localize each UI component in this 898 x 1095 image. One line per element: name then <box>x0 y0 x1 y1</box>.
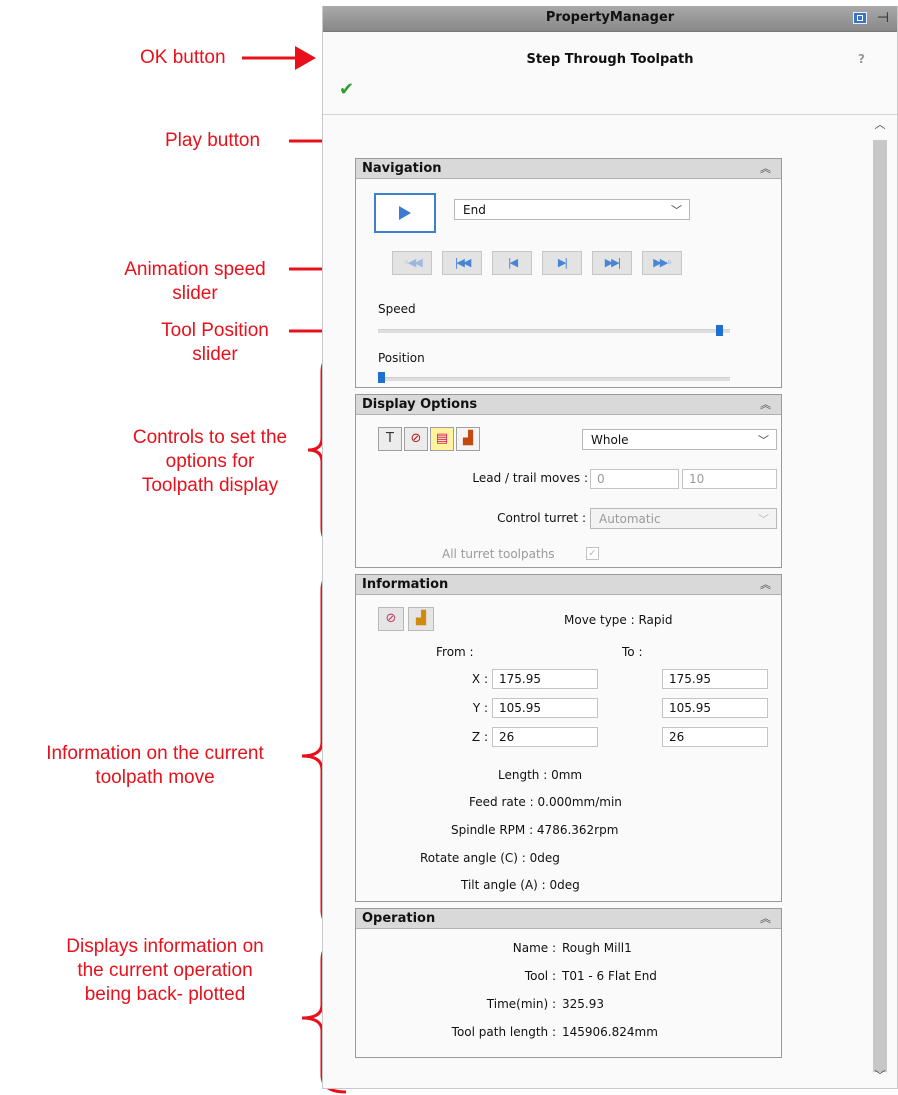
restore-icon[interactable] <box>853 12 867 24</box>
step-forward-fast-button[interactable]: ▶▶| <box>592 251 632 275</box>
navigation-title: Navigation <box>362 161 442 176</box>
chevron-down-icon: ﹀ <box>671 204 682 217</box>
lead-moves-field[interactable]: 0 <box>590 469 679 489</box>
navigation-group: Navigation ︽ End ﹀ ◦◀◀ |◀◀ |◀ ▶| ▶▶| ▶▶◦ … <box>355 158 782 388</box>
to-label: To : <box>622 645 643 659</box>
control-turret-select[interactable]: Automatic ﹀ <box>590 508 777 529</box>
chart-display-icon[interactable]: ▟ <box>456 427 480 451</box>
scroll-down-icon[interactable]: ﹀ <box>874 1070 886 1082</box>
feature-title: Step Through Toolpath <box>526 52 694 67</box>
step-back-fast-button[interactable]: |◀◀ <box>442 251 482 275</box>
chevron-down-icon: ﹀ <box>758 434 769 447</box>
length-value: Length : 0mm <box>498 768 583 782</box>
hide-toolpath-icon[interactable]: ⊘ <box>404 427 428 451</box>
to-y-field: 105.95 <box>662 698 768 718</box>
play-button[interactable] <box>374 193 436 233</box>
all-turret-checkbox[interactable]: ✓ <box>586 547 599 560</box>
feed-rate-value: Feed rate : 0.000mm/min <box>469 795 622 809</box>
op-tool-label: Tool : <box>524 969 556 983</box>
display-options-header[interactable]: Display Options ︽ <box>356 395 781 415</box>
op-name-value: Rough Mill1 <box>562 941 632 955</box>
tool-display-icon[interactable]: T <box>378 427 402 451</box>
from-label: From : <box>436 645 474 659</box>
move-info-icon[interactable]: ⊘ <box>378 607 404 631</box>
information-header[interactable]: Information ︽ <box>356 575 781 595</box>
display-options-group: Display Options ︽ T ⊘ ▤ ▟ Whole ﹀ Lead / … <box>355 394 782 568</box>
op-length-value: 145906.824mm <box>562 1025 658 1039</box>
help-icon[interactable]: ? <box>858 52 865 66</box>
op-time-label: Time(min) : <box>486 997 556 1011</box>
to-z-field: 26 <box>662 727 768 747</box>
collapse-icon[interactable]: ︽ <box>760 910 771 926</box>
ok-button[interactable]: ✔ <box>339 79 354 100</box>
graph-info-icon[interactable]: ▟ <box>408 607 434 631</box>
collapse-icon[interactable]: ︽ <box>760 576 771 592</box>
property-manager-panel: PropertyManager ⊣ Step Through Toolpath … <box>322 6 898 1089</box>
speed-slider-thumb[interactable] <box>716 325 724 336</box>
z-label: Z : <box>471 730 488 744</box>
forward-to-end-button[interactable]: ▶▶◦ <box>642 251 682 275</box>
information-title: Information <box>362 577 449 592</box>
lead-trail-label: Lead / trail moves : <box>472 471 588 485</box>
position-slider-thumb[interactable] <box>378 372 385 383</box>
trail-moves-field[interactable]: 10 <box>682 469 777 489</box>
from-x-field: 175.95 <box>492 669 598 689</box>
pin-icon[interactable]: ⊣ <box>877 11 889 25</box>
display-options-title: Display Options <box>362 397 478 412</box>
title-bar: PropertyManager ⊣ <box>323 6 897 32</box>
navigation-header[interactable]: Navigation ︽ <box>356 159 781 179</box>
from-z-field: 26 <box>492 727 598 747</box>
rotate-angle-value: Rotate angle (C) : 0deg <box>420 851 560 865</box>
chevron-down-icon: ﹀ <box>758 513 769 526</box>
to-x-field: 175.95 <box>662 669 768 689</box>
spindle-rpm-value: Spindle RPM : 4786.362rpm <box>451 823 619 837</box>
scrollbar-thumb[interactable] <box>873 140 887 1072</box>
control-turret-label: Control turret : <box>497 511 586 525</box>
all-turret-label: All turret toolpaths <box>442 547 555 561</box>
speed-slider[interactable] <box>378 329 730 333</box>
position-slider[interactable] <box>378 377 730 381</box>
speed-label: Speed <box>378 302 416 316</box>
collapse-icon[interactable]: ︽ <box>760 396 771 412</box>
operation-title: Operation <box>362 911 436 926</box>
rewind-to-start-button[interactable]: ◦◀◀ <box>392 251 432 275</box>
display-mode-select[interactable]: Whole ﹀ <box>582 429 777 450</box>
divider <box>323 114 897 115</box>
op-name-label: Name : <box>512 941 556 955</box>
y-label: Y : <box>472 701 488 715</box>
information-group: Information ︽ ⊘ ▟ Move type : Rapid From… <box>355 574 782 902</box>
op-length-label: Tool path length : <box>451 1025 556 1039</box>
step-forward-button[interactable]: ▶| <box>542 251 582 275</box>
step-back-button[interactable]: |◀ <box>492 251 532 275</box>
x-label: X : <box>471 672 488 686</box>
position-label: Position <box>378 351 425 365</box>
window-title: PropertyManager <box>545 10 675 25</box>
op-time-value: 325.93 <box>562 997 604 1011</box>
op-tool-value: T01 - 6 Flat End <box>562 969 657 983</box>
from-y-field: 105.95 <box>492 698 598 718</box>
color-toolpath-icon[interactable]: ▤ <box>430 427 454 451</box>
vertical-scrollbar[interactable]: ︿ ﹀ <box>865 116 895 1086</box>
operation-header[interactable]: Operation ︽ <box>356 909 781 929</box>
scroll-up-icon[interactable]: ︿ <box>874 119 886 131</box>
tilt-angle-value: Tilt angle (A) : 0deg <box>461 878 580 892</box>
collapse-icon[interactable]: ︽ <box>760 160 771 176</box>
play-mode-select[interactable]: End ﹀ <box>454 199 690 220</box>
move-type: Move type : Rapid <box>564 613 673 627</box>
operation-group: Operation ︽ Name : Rough Mill1 Tool : T0… <box>355 908 782 1058</box>
